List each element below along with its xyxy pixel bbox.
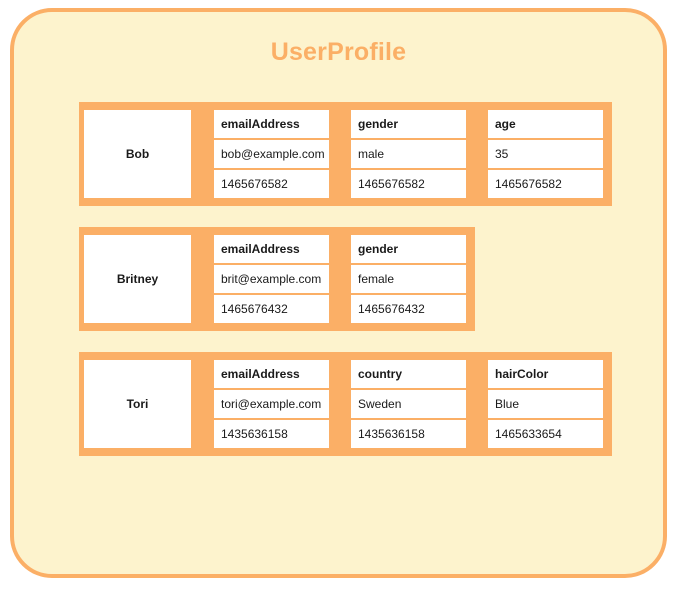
attribute-value-cell: tori@example.com <box>214 390 329 418</box>
attribute-timestamp-cell: 1465676582 <box>351 170 466 198</box>
attribute-value-cell: Blue <box>488 390 603 418</box>
attribute-group-list: emailAddress brit@example.com 1465676432 ge… <box>191 235 470 323</box>
attribute-group: emailAddress brit@example.com 1465676432 <box>214 235 329 323</box>
attribute-timestamp-cell: 1435636158 <box>214 420 329 448</box>
attribute-value-cell: 35 <box>488 140 603 168</box>
attribute-timestamp-cell: 1435636158 <box>351 420 466 448</box>
record-band[interactable]: Tori emailAddress tori@example.com 14356361… <box>79 352 612 456</box>
attribute-value-cell: brit@example.com <box>214 265 329 293</box>
attribute-group: gender female 1465676432 <box>351 235 466 323</box>
attribute-group-list: emailAddress tori@example.com 1435636158 co… <box>191 360 607 448</box>
attribute-group: emailAddress tori@example.com 1435636158 <box>214 360 329 448</box>
attribute-key-cell: country <box>351 360 466 388</box>
record-name-cell: Britney <box>84 235 191 323</box>
attribute-value-cell: male <box>351 140 466 168</box>
entity-container: UserProfile Bob emailAddress bob@example.c… <box>10 8 667 578</box>
attribute-group: hairColor Blue 1465633654 <box>488 360 603 448</box>
attribute-timestamp-cell: 1465676432 <box>351 295 466 323</box>
record-band[interactable]: Britney emailAddress brit@example.com 14656… <box>79 227 475 331</box>
page-title: UserProfile <box>270 38 407 66</box>
attribute-key-cell: gender <box>351 235 466 263</box>
attribute-key-cell: emailAddress <box>214 360 329 388</box>
record-name-cell: Tori <box>84 360 191 448</box>
attribute-value-cell: bob@example.com <box>214 140 329 168</box>
attribute-group: country Sweden 1435636158 <box>351 360 466 448</box>
attribute-timestamp-cell: 1465676582 <box>214 170 329 198</box>
attribute-key-cell: gender <box>351 110 466 138</box>
user-profile-diagram: UserProfile Bob emailAddress bob@example.c… <box>0 0 676 589</box>
attribute-group: age 35 1465676582 <box>488 110 603 198</box>
attribute-key-cell: emailAddress <box>214 110 329 138</box>
record-list: Bob emailAddress bob@example.com 1465676582… <box>79 102 619 477</box>
attribute-timestamp-cell: 1465676582 <box>488 170 603 198</box>
attribute-group: gender male 1465676582 <box>351 110 466 198</box>
attribute-value-cell: female <box>351 265 466 293</box>
record-name-cell: Bob <box>84 110 191 198</box>
record-band[interactable]: Bob emailAddress bob@example.com 1465676582… <box>79 102 612 206</box>
attribute-group-list: emailAddress bob@example.com 1465676582 gen… <box>191 110 607 198</box>
attribute-key-cell: emailAddress <box>214 235 329 263</box>
attribute-value-cell: Sweden <box>351 390 466 418</box>
attribute-timestamp-cell: 1465676432 <box>214 295 329 323</box>
attribute-timestamp-cell: 1465633654 <box>488 420 603 448</box>
attribute-key-cell: hairColor <box>488 360 603 388</box>
attribute-key-cell: age <box>488 110 603 138</box>
attribute-group: emailAddress bob@example.com 1465676582 <box>214 110 329 198</box>
